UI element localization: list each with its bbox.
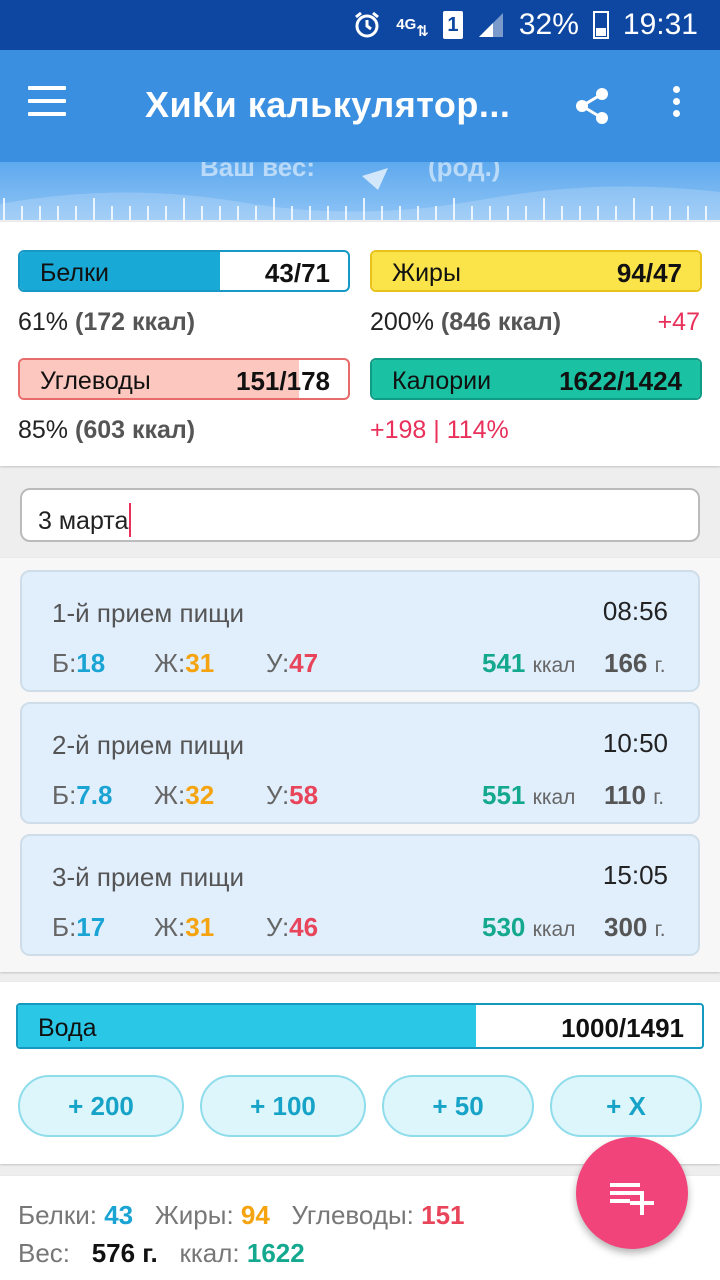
date-value: 3 марта [38, 507, 129, 535]
meal-protein: Б:17 [52, 912, 106, 942]
water-value: 1000/1491 [561, 1013, 684, 1043]
carbs-value: 151/178 [236, 366, 330, 396]
more-options-icon[interactable] [664, 86, 688, 126]
meal-card-3[interactable]: 3-й прием пищи 15:05 Б:17 Ж:31 У:46 530 … [20, 834, 700, 956]
fat-stats: 200% (846 ккал) [370, 308, 562, 336]
meal-carbs: У:58 [266, 780, 319, 810]
battery-icon [592, 11, 609, 39]
calories-excess: +198 | 114% [370, 416, 509, 444]
weight-ruler-banner[interactable]: Ваш вес: (род.) [0, 162, 720, 220]
meal-kcal: 541 ккал [482, 648, 576, 678]
share-icon[interactable] [572, 86, 612, 126]
clock: 19:31 [622, 8, 698, 41]
meal-time: 08:56 [602, 596, 668, 626]
fat-label: Жиры [392, 259, 461, 287]
meal-kcal: 530 ккал [482, 912, 576, 942]
meal-weight: 110 г. [604, 780, 665, 810]
water-bar[interactable]: Вода 1000/1491 [16, 1003, 704, 1049]
menu-icon[interactable] [28, 86, 66, 120]
totals-weight-row: Вес: 576 г. ккал: 1622 [18, 1238, 305, 1268]
add-water-200-button[interactable]: + 200 [18, 1075, 184, 1137]
alarm-icon [352, 10, 382, 40]
app-bar: ХиКи калькулятор... [0, 50, 720, 162]
meal-protein: Б:18 [52, 648, 106, 678]
protein-stats: 61% (172 ккал) [18, 308, 196, 336]
status-bar: 4G ⇅ 1 32% 19:31 [0, 0, 720, 50]
fat-bar[interactable]: Жиры 94/47 [370, 250, 702, 292]
protein-bar[interactable]: Белки 43/71 [18, 250, 350, 292]
calories-value: 1622/1424 [559, 366, 682, 396]
text-cursor [129, 503, 132, 537]
meal-card-2[interactable]: 2-й прием пищи 10:50 Б:7.8 Ж:32 У:58 551… [20, 702, 700, 824]
add-water-100-button[interactable]: + 100 [200, 1075, 366, 1137]
meal-carbs: У:46 [266, 912, 319, 942]
fat-value: 94/47 [616, 258, 682, 288]
meal-name: 1-й прием пищи [52, 598, 245, 628]
meal-carbs: У:47 [266, 648, 319, 678]
water-label: Вода [38, 1014, 97, 1042]
signal-icon [477, 11, 505, 39]
carbs-bar[interactable]: Углеводы 151/178 [18, 358, 350, 400]
battery-percent: 32% [518, 8, 579, 41]
macros-summary-card: Белки 43/71 61% (172 ккал) Жиры 94/47 20… [0, 222, 720, 466]
meal-card-1[interactable]: 1-й прием пищи 08:56 Б:18 Ж:31 У:47 541 … [20, 570, 700, 692]
ruler-ticks [0, 168, 720, 220]
meal-name: 2-й прием пищи [52, 730, 245, 760]
calories-label: Калории [392, 367, 492, 395]
network-type-icon: 4G ⇅ [396, 16, 429, 40]
add-water-custom-button[interactable]: + X [550, 1075, 702, 1137]
protein-value: 43/71 [264, 258, 330, 288]
meal-protein: Б:7.8 [52, 780, 113, 810]
add-meal-fab[interactable] [576, 1137, 688, 1249]
meal-fat: Ж:32 [154, 780, 215, 810]
app-title: ХиКи калькулятор... [145, 84, 511, 125]
protein-label: Белки [40, 259, 109, 287]
fat-excess: +47 [657, 308, 700, 336]
calories-bar[interactable]: Калории 1622/1424 [370, 358, 702, 400]
meal-weight: 166 г. [604, 648, 666, 678]
carbs-stats: 85% (603 ккал) [18, 416, 196, 444]
meal-fat: Ж:31 [154, 912, 215, 942]
meal-time: 15:05 [602, 860, 668, 890]
date-field[interactable]: 3 марта [20, 488, 700, 542]
add-water-50-button[interactable]: + 50 [382, 1075, 534, 1137]
meal-time: 10:50 [602, 728, 668, 758]
meal-fat: Ж:31 [154, 648, 215, 678]
sim-icon: 1 [442, 11, 463, 39]
meal-kcal: 551 ккал [482, 780, 576, 810]
totals-macros-row: Белки: 43 Жиры: 94 Углеводы: 151 [18, 1200, 465, 1230]
carbs-label: Углеводы [40, 367, 151, 395]
meal-weight: 300 г. [604, 912, 666, 942]
meal-name: 3-й прием пищи [52, 862, 245, 892]
playlist-add-icon [610, 1183, 654, 1215]
